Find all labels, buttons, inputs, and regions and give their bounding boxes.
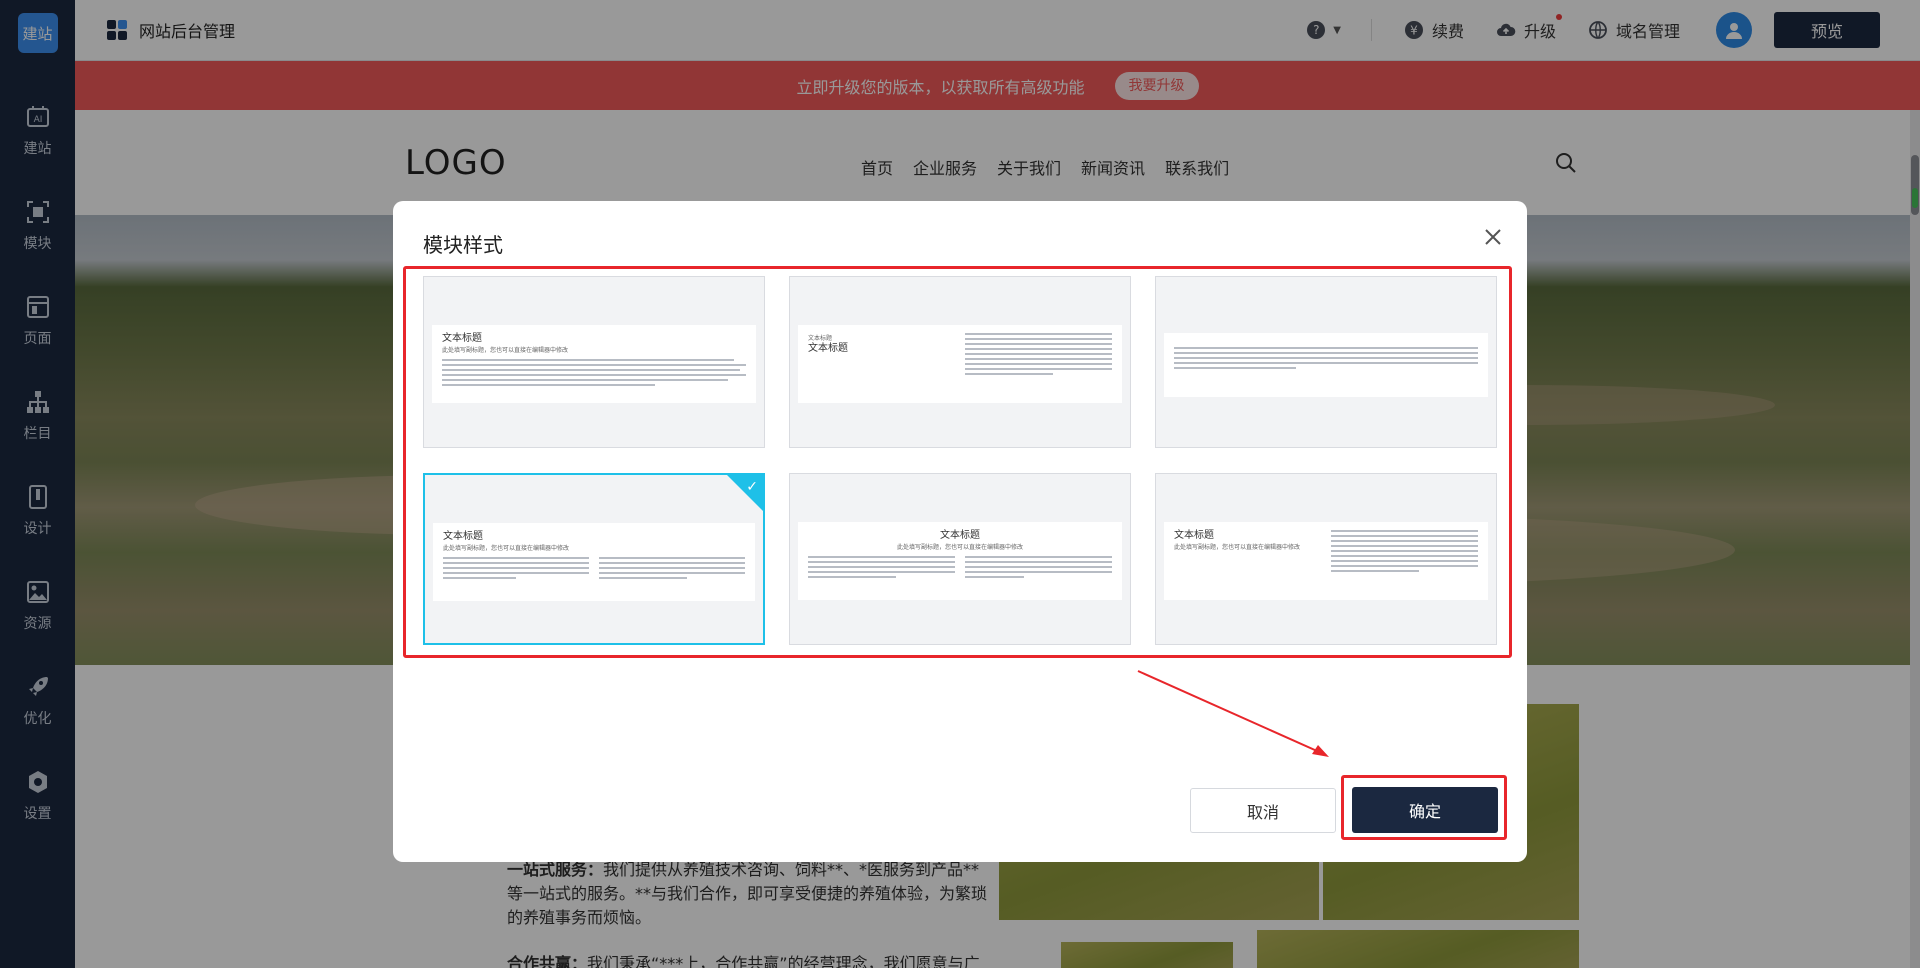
annotation-arrow	[1137, 670, 1329, 757]
annotation-box-styles	[403, 266, 1512, 658]
close-icon[interactable]	[1481, 225, 1505, 249]
annotation-box-confirm	[1341, 775, 1507, 840]
cancel-button[interactable]: 取消	[1190, 788, 1336, 833]
dialog-title: 模块样式	[423, 233, 503, 257]
